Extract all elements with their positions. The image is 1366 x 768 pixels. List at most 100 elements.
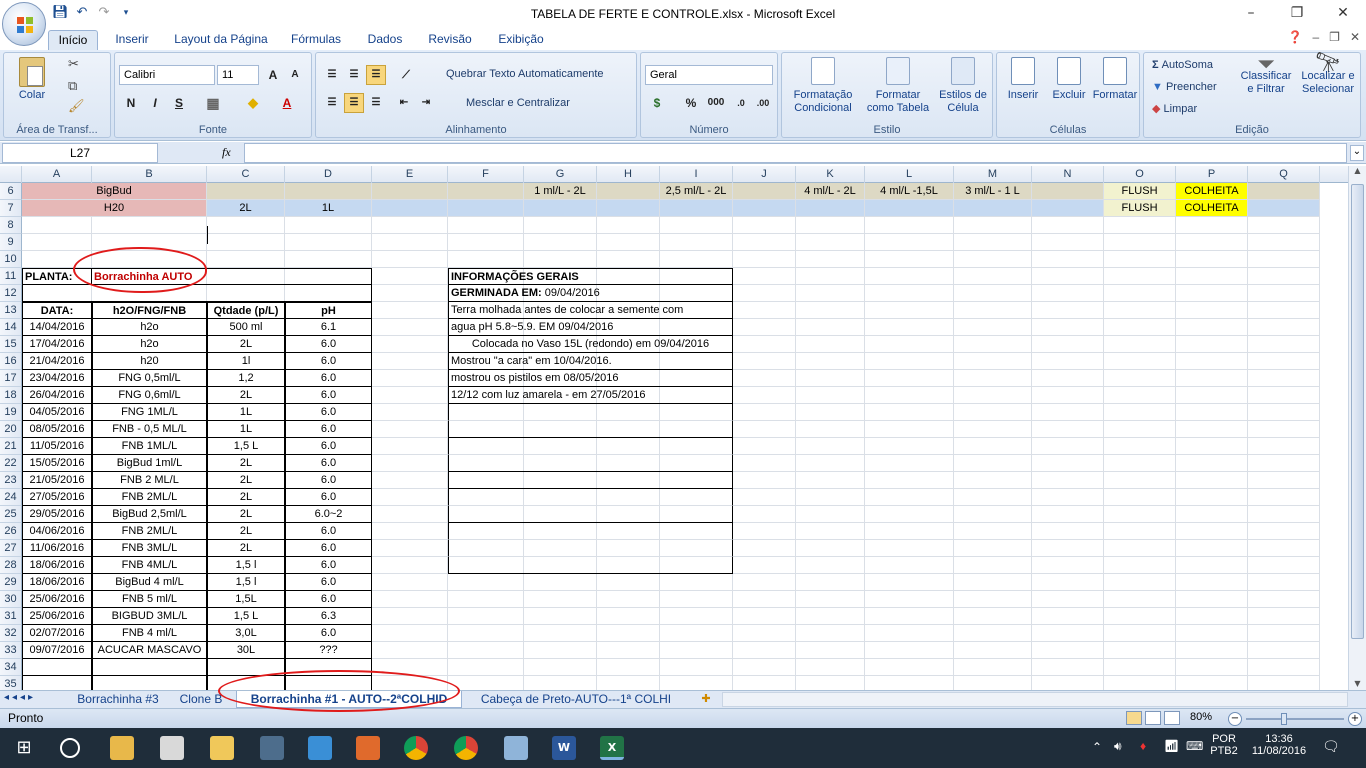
cell-n22[interactable] <box>1032 455 1104 472</box>
cell-k17[interactable] <box>796 370 865 387</box>
info-blank-25[interactable] <box>448 506 733 523</box>
cut-icon[interactable]: ✂ <box>68 57 79 70</box>
log-r25-c1[interactable]: 29/05/2016 <box>22 506 92 523</box>
underline-button[interactable]: S <box>169 93 189 113</box>
cell-e29[interactable] <box>372 574 448 591</box>
thousands-button[interactable]: 000 <box>703 93 729 113</box>
cell-e7[interactable] <box>372 200 448 217</box>
cell-p28[interactable] <box>1176 557 1248 574</box>
cell-m27[interactable] <box>954 540 1032 557</box>
cell-o10[interactable] <box>1104 251 1176 268</box>
row-header-33[interactable]: 33 <box>0 642 22 659</box>
cell-f32[interactable] <box>448 625 524 642</box>
cell-e16[interactable] <box>372 353 448 370</box>
log-r21-c3[interactable]: 1,5 L <box>207 438 285 455</box>
log-r14-c3[interactable]: 500 ml <box>207 319 285 336</box>
log-r27-c1[interactable]: 11/06/2016 <box>22 540 92 557</box>
cell-j12[interactable] <box>733 285 796 302</box>
cell-k24[interactable] <box>796 489 865 506</box>
cell-l14[interactable] <box>865 319 954 336</box>
cell-m7[interactable] <box>954 200 1032 217</box>
cell-e10[interactable] <box>372 251 448 268</box>
row-header-29[interactable]: 29 <box>0 574 22 591</box>
log-r26-c4[interactable]: 6.0 <box>285 523 372 540</box>
cell-q34[interactable] <box>1248 659 1320 676</box>
cell-k16[interactable] <box>796 353 865 370</box>
cell-k23[interactable] <box>796 472 865 489</box>
cell-e8[interactable] <box>372 217 448 234</box>
cell-j13[interactable] <box>733 302 796 319</box>
font-size-select[interactable]: 11 <box>217 65 259 85</box>
cell-q22[interactable] <box>1248 455 1320 472</box>
log-r19-c2[interactable]: FNG 1ML/L <box>92 404 207 421</box>
cell-k9[interactable] <box>796 234 865 251</box>
cell-m31[interactable] <box>954 608 1032 625</box>
shrink-font-button[interactable]: A <box>285 65 305 85</box>
vertical-scrollbar[interactable]: ▲ ▼ <box>1348 166 1366 690</box>
log-r33-c2[interactable]: ACUCAR MASCAVO <box>92 642 207 659</box>
number-format-select[interactable]: Geral <box>645 65 773 85</box>
column-header-l[interactable]: L <box>865 166 954 183</box>
column-header-q[interactable]: Q <box>1248 166 1320 183</box>
log-r20-c3[interactable]: 1L <box>207 421 285 438</box>
cell-l30[interactable] <box>865 591 954 608</box>
cell-j7[interactable] <box>733 200 796 217</box>
cell-p26[interactable] <box>1176 523 1248 540</box>
cell-l16[interactable] <box>865 353 954 370</box>
cell-k33[interactable] <box>796 642 865 659</box>
cell-m17[interactable] <box>954 370 1032 387</box>
cell-j20[interactable] <box>733 421 796 438</box>
log-r26-c3[interactable]: 2L <box>207 523 285 540</box>
cell-g32[interactable] <box>524 625 597 642</box>
cell-k35[interactable] <box>796 676 865 690</box>
cell-p19[interactable] <box>1176 404 1248 421</box>
log-r27-c2[interactable]: FNB 3ML/L <box>92 540 207 557</box>
cell-q35[interactable] <box>1248 676 1320 690</box>
cell-k28[interactable] <box>796 557 865 574</box>
row-header-25[interactable]: 25 <box>0 506 22 523</box>
cell-d6[interactable] <box>285 183 372 200</box>
cell-p17[interactable] <box>1176 370 1248 387</box>
log-r17-c2[interactable]: FNG 0,5ml/L <box>92 370 207 387</box>
cell-n32[interactable] <box>1032 625 1104 642</box>
currency-icon[interactable]: $ <box>647 93 667 113</box>
cell-a9[interactable] <box>22 234 92 251</box>
cell-q20[interactable] <box>1248 421 1320 438</box>
cell-l23[interactable] <box>865 472 954 489</box>
cell-q21[interactable] <box>1248 438 1320 455</box>
row-header-11[interactable]: 11 <box>0 268 22 285</box>
name-box[interactable]: L27 <box>2 143 158 163</box>
log-r28-c2[interactable]: FNB 4ML/L <box>92 557 207 574</box>
cell-k30[interactable] <box>796 591 865 608</box>
cell-g34[interactable] <box>524 659 597 676</box>
log-r20-c1[interactable]: 08/05/2016 <box>22 421 92 438</box>
align-left-icon[interactable]: ☰ <box>322 93 342 113</box>
cell-o14[interactable] <box>1104 319 1176 336</box>
cell-q10[interactable] <box>1248 251 1320 268</box>
cell-l11[interactable] <box>865 268 954 285</box>
cell-g8[interactable] <box>524 217 597 234</box>
cell-k18[interactable] <box>796 387 865 404</box>
row-header-19[interactable]: 19 <box>0 404 22 421</box>
log-r32-c4[interactable]: 6.0 <box>285 625 372 642</box>
log-r18-c3[interactable]: 2L <box>207 387 285 404</box>
cell-e28[interactable] <box>372 557 448 574</box>
cell-n12[interactable] <box>1032 285 1104 302</box>
cell-p9[interactable] <box>1176 234 1248 251</box>
cell-l25[interactable] <box>865 506 954 523</box>
cell-k31[interactable] <box>796 608 865 625</box>
row-header-34[interactable]: 34 <box>0 659 22 676</box>
borders-icon[interactable]: ▦ <box>203 93 223 113</box>
cell-m14[interactable] <box>954 319 1032 336</box>
column-header-j[interactable]: J <box>733 166 796 183</box>
cell-e11[interactable] <box>372 268 448 285</box>
row-header-6[interactable]: 6 <box>0 183 22 200</box>
cell-p20[interactable] <box>1176 421 1248 438</box>
cell-k20[interactable] <box>796 421 865 438</box>
cell-q23[interactable] <box>1248 472 1320 489</box>
log-r33-c1[interactable]: 09/07/2016 <box>22 642 92 659</box>
cell-d8[interactable] <box>285 217 372 234</box>
cell-n29[interactable] <box>1032 574 1104 591</box>
cell-j35[interactable] <box>733 676 796 690</box>
cell-l7[interactable] <box>865 200 954 217</box>
